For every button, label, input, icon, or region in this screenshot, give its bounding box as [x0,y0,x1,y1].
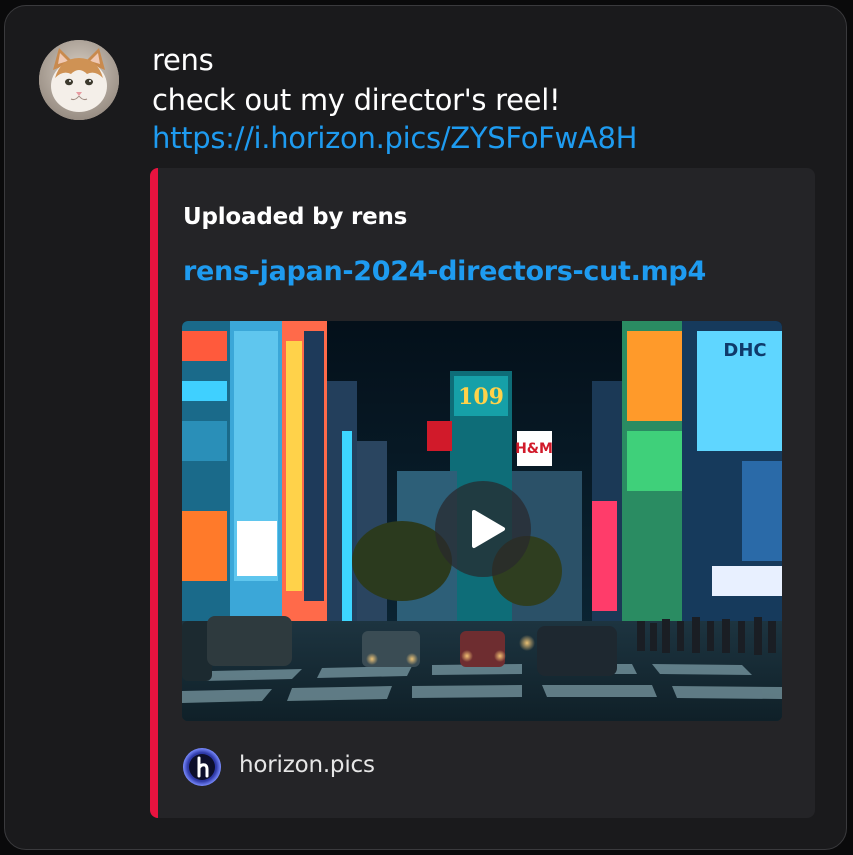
cat-avatar-icon [39,40,119,120]
svg-text:H&M: H&M [515,441,553,457]
username[interactable]: rens [152,40,214,80]
embed-footer-site: horizon.pics [239,752,375,778]
message-text: check out my director's reel! [152,83,561,117]
embed-title-link[interactable]: rens-japan-2024-directors-cut.mp4 [183,256,706,287]
embed-author: Uploaded by rens [183,204,408,230]
video-thumbnail[interactable]: 109 H&M DHC [182,321,782,721]
avatar[interactable] [39,40,119,120]
svg-text:109: 109 [458,384,504,410]
embed-accent-bar [150,168,158,818]
horizon-logo-icon [182,747,222,787]
link-embed: Uploaded by rens rens-japan-2024-directo… [150,168,815,818]
svg-text:DHC: DHC [723,340,766,361]
message-link[interactable]: https://i.horizon.pics/ZYSFoFwA8H [152,118,637,158]
play-button[interactable] [435,481,531,577]
message-card: rens check out my director's reel! https… [4,5,847,850]
play-icon [472,510,505,548]
